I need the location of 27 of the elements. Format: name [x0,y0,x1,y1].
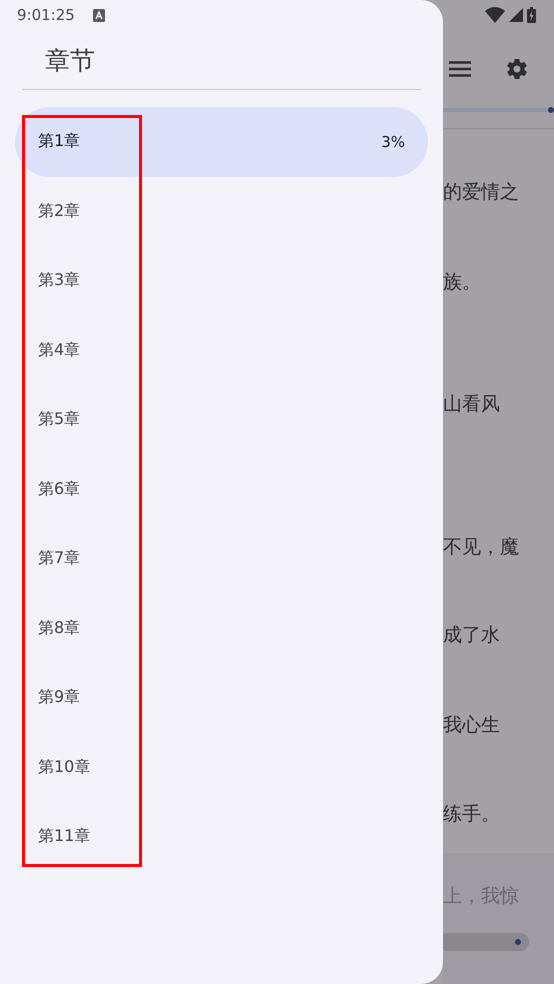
story-text: 不见，魔 [443,535,520,560]
wifi-icon [485,7,505,23]
chapter-item[interactable]: 第11章 [15,802,428,872]
drawer-title: 章节 [44,45,96,77]
chapter-item[interactable]: 第3章 [15,246,428,316]
status-time: 9:01:25 [17,6,75,24]
story-text: 族。 [443,270,482,295]
page-slider[interactable] [443,933,529,951]
chapter-item[interactable]: 第10章 [15,732,428,802]
chapter-item[interactable]: 第4章 [15,316,428,385]
chapter-item[interactable]: 第2章 [15,176,428,246]
story-text: 我心生 [443,713,501,738]
chapter-item[interactable]: 第9章 [15,663,428,732]
chapter-item[interactable]: 第7章 [15,524,428,594]
story-text: 练手。 [443,802,501,827]
chapter-item[interactable]: 第1章 3% [15,107,428,176]
keyboard-notification-icon [92,8,105,22]
story-text: 的爱情之 [443,180,520,205]
story-text: 山看风 [443,392,501,417]
menu-icon[interactable] [449,61,471,77]
chapter-item[interactable]: 第8章 [15,594,428,663]
signal-icon [509,8,523,22]
chapter-item[interactable]: 第6章 [15,454,428,524]
story-text: 成了水 [443,623,501,648]
settings-icon[interactable] [505,57,529,81]
battery-icon [527,7,536,23]
chapter-item[interactable]: 第5章 [15,385,428,454]
